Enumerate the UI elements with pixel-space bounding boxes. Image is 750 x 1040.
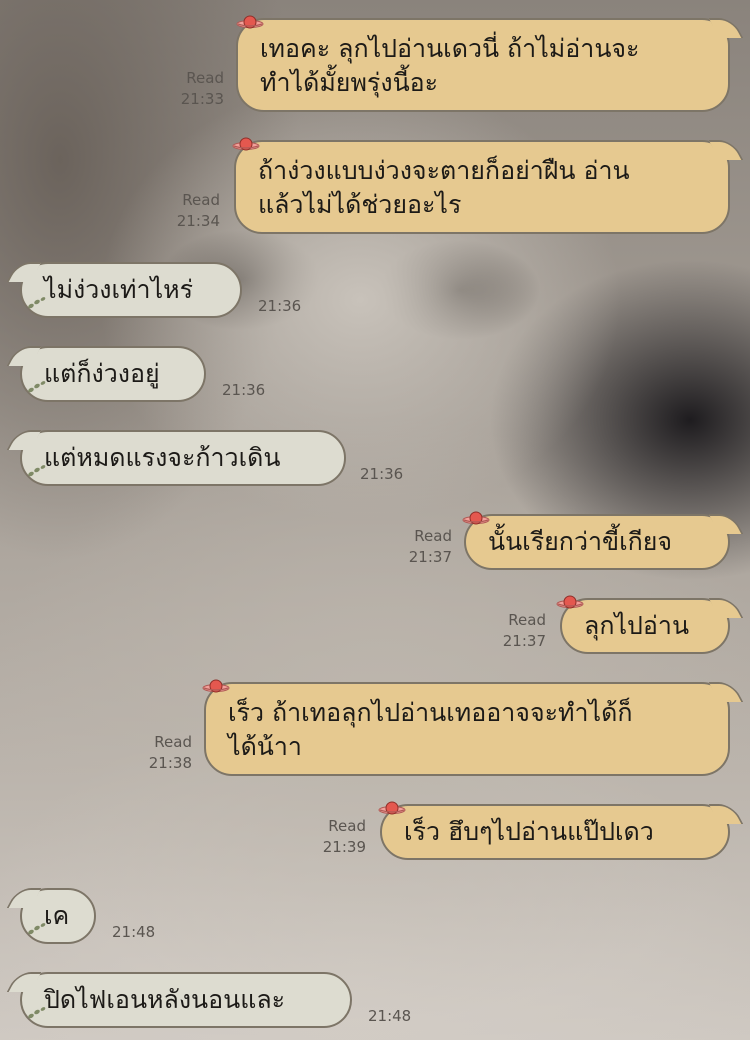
planet-icon xyxy=(202,679,230,693)
message-text: นั้นเรียกว่าขี้เกียจ xyxy=(488,527,673,556)
message-time: 21:48 xyxy=(368,1007,412,1025)
read-status: Read xyxy=(508,611,546,629)
message-meta: Read 21:37 xyxy=(384,526,452,568)
leaf-dots-icon xyxy=(28,923,46,935)
read-status: Read xyxy=(182,191,220,209)
message-meta: Read 21:33 xyxy=(160,68,224,110)
read-status: Read xyxy=(328,817,366,835)
message-time: 21:34 xyxy=(176,212,220,230)
planet-icon xyxy=(232,137,260,151)
message-time: 21:39 xyxy=(322,838,366,856)
read-status: Read xyxy=(414,527,452,545)
leaf-dots-icon xyxy=(28,465,46,477)
message-meta: 21:48 xyxy=(112,922,182,943)
leaf-dots-icon xyxy=(28,381,46,393)
message-bubble-sent[interactable]: เร็ว ฮึบๆไปอ่านแป๊ปเดว xyxy=(380,804,730,860)
read-status: Read xyxy=(154,733,192,751)
message-text: ปิดไฟเอนหลังนอนและ xyxy=(44,985,286,1014)
message-meta: 21:36 xyxy=(222,380,292,401)
message-bubble-sent[interactable]: นั้นเรียกว่าขี้เกียจ xyxy=(464,514,730,570)
message-meta: Read 21:39 xyxy=(298,816,366,858)
message-text: ลุกไปอ่าน xyxy=(584,611,690,640)
message-bubble-received[interactable]: ไม่ง่วงเท่าไหร่ xyxy=(20,262,242,318)
message-bubble-sent[interactable]: เร็ว ถ้าเทอลุกไปอ่านเทออาจจะทำได้ก็ ได้น… xyxy=(204,682,730,776)
planet-icon xyxy=(236,15,264,29)
message-meta: Read 21:34 xyxy=(156,190,220,232)
message-bubble-received[interactable]: แต่หมดแรงจะก้าวเดิน xyxy=(20,430,346,486)
message-bubble-sent[interactable]: ลุกไปอ่าน xyxy=(560,598,730,654)
message-time: 21:48 xyxy=(112,923,156,941)
message-time: 21:37 xyxy=(408,548,452,566)
message-text: เร็ว ฮึบๆไปอ่านแป๊ปเดว xyxy=(404,817,654,846)
message-bubble-received[interactable]: ปิดไฟเอนหลังนอนและ xyxy=(20,972,352,1028)
message-time: 21:36 xyxy=(360,465,404,483)
leaf-dots-icon xyxy=(28,1007,46,1019)
message-meta: 21:36 xyxy=(360,464,430,485)
message-text: ถ้าง่วงแบบง่วงจะตายก็อย่าฝืน อ่าน แล้วไม… xyxy=(258,156,630,219)
planet-icon xyxy=(556,595,584,609)
message-text: เร็ว ถ้าเทอลุกไปอ่านเทออาจจะทำได้ก็ ได้น… xyxy=(228,698,633,761)
planet-icon xyxy=(378,801,406,815)
message-text: เทอคะ ลุกไปอ่านเดวนี่ ถ้าไม่อ่านจะ ทำได้… xyxy=(260,34,640,97)
message-time: 21:36 xyxy=(222,381,266,399)
message-time: 21:38 xyxy=(148,754,192,772)
message-bubble-sent[interactable]: เทอคะ ลุกไปอ่านเดวนี่ ถ้าไม่อ่านจะ ทำได้… xyxy=(236,18,730,112)
message-time: 21:33 xyxy=(180,90,224,108)
message-meta: 21:48 xyxy=(368,1006,438,1027)
read-status: Read xyxy=(186,69,224,87)
message-text: แต่ก็ง่วงอยู่ xyxy=(44,359,160,388)
planet-icon xyxy=(462,511,490,525)
message-meta: Read 21:38 xyxy=(124,732,192,774)
message-text: เค xyxy=(44,901,70,930)
message-meta: 21:36 xyxy=(258,296,328,317)
message-meta: Read 21:37 xyxy=(478,610,546,652)
leaf-dots-icon xyxy=(28,297,46,309)
message-bubble-sent[interactable]: ถ้าง่วงแบบง่วงจะตายก็อย่าฝืน อ่าน แล้วไม… xyxy=(234,140,730,234)
message-time: 21:36 xyxy=(258,297,302,315)
message-time: 21:37 xyxy=(502,632,546,650)
message-text: ไม่ง่วงเท่าไหร่ xyxy=(44,275,194,304)
message-text: แต่หมดแรงจะก้าวเดิน xyxy=(44,443,281,472)
